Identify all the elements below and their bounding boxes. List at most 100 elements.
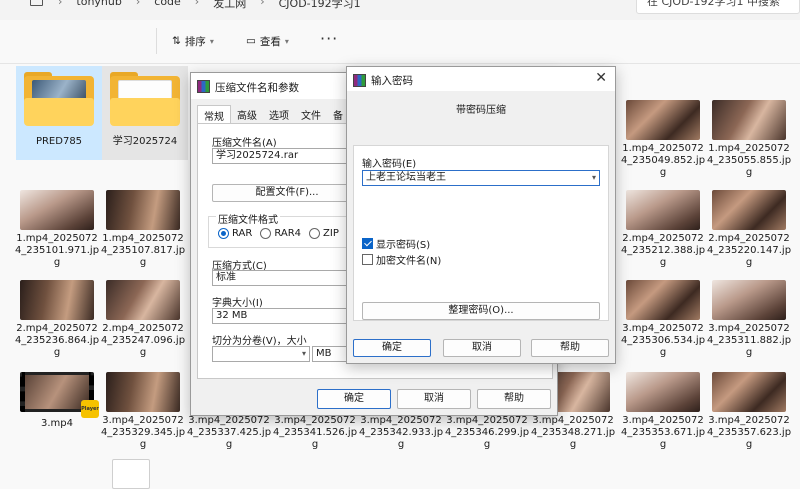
file-item[interactable]: 2.mp4_20250724_235247.096.jpg [100,280,186,359]
password-dialog: 输入密码 ✕ 带密码压缩 输入密码(E) 上老王论坛当老王 ▾ 显示密码(S) … [346,66,616,364]
winrar-icon [197,80,210,93]
archive-name-input[interactable]: 学习2025724.rar [212,148,362,164]
format-radio-group: RAR RAR4 ZIP [218,228,339,239]
view-icon: ▭ [246,35,256,47]
file-name: 3.mp4_20250724_235329.345.jpg [100,415,186,450]
format-zip-radio[interactable]: ZIP [309,228,339,239]
split-label: 切分为分卷(V)，大小 [212,336,307,347]
file-name: 2.mp4_20250724_235220.147.jpg [706,233,792,268]
split-unit-value: MB [316,348,332,359]
chevron-down-icon: ▾ [209,36,214,46]
file-item[interactable]: 3.mp4_20250724_235311.882.jpg [706,280,792,359]
address-bar: › tonyhub › code › 发工网 › CJOD-192学习1 在 C… [0,0,800,20]
image-thumbnail [106,280,180,320]
this-pc-icon[interactable] [30,0,43,6]
file-item[interactable]: 3.mp4_20250724_235353.671.jpg [620,372,706,451]
radio-icon [260,228,272,239]
dict-value: 32 MB [216,310,248,321]
more-options-button[interactable]: ··· [320,29,338,48]
split-size-input[interactable]: ▾ [212,346,310,362]
file-item[interactable]: 1.mp4_20250724_235049.852.jpg [620,100,706,179]
dict-select[interactable]: 32 MB ▾ [212,308,362,324]
folder-item[interactable]: PRED785 [16,66,102,160]
sort-icon: ⇅ [172,35,181,47]
image-thumbnail [106,190,180,230]
image-thumbnail [712,190,786,230]
file-item[interactable]: 3.mp4_20250724_235306.534.jpg [620,280,706,359]
file-name: 3.mp4_20250724_235337.425.jpg [186,415,272,450]
tab-general[interactable]: 常规 [197,105,231,123]
image-thumbnail [712,280,786,320]
file-name: 1.mp4_20250724_235049.852.jpg [620,143,706,178]
password-label: 输入密码(E) [362,159,417,170]
method-value: 标准 [216,272,236,283]
breadcrumb-item[interactable]: tonyhub [76,0,121,9]
file-icon[interactable] [112,459,150,489]
file-item[interactable]: 2.mp4_20250724_235220.147.jpg [706,190,792,269]
profiles-button[interactable]: 配置文件(F)... [212,184,362,202]
file-name: 1.mp4_20250724_235055.855.jpg [706,143,792,178]
method-select[interactable]: 标准 ▾ [212,270,362,286]
breadcrumb: › tonyhub › code › 发工网 › CJOD-192学习1 [58,0,361,10]
image-thumbnail [626,100,700,140]
breadcrumb-item[interactable]: code [154,0,181,9]
file-name: 3.mp4_20250724_235306.534.jpg [620,323,706,358]
breadcrumb-item[interactable]: 发工网 [213,0,246,10]
file-item[interactable]: 3.mp4_20250724_235357.623.jpg [706,372,792,451]
file-item[interactable]: Player 3.mp4 [14,372,100,430]
checkbox-checked-icon [362,238,373,249]
password-help-button[interactable]: 帮助 [531,339,609,357]
image-thumbnail [712,372,786,412]
organize-passwords-button[interactable]: 整理密码(O)... [362,302,600,320]
breadcrumb-item[interactable]: CJOD-192学习1 [279,0,361,10]
dialog-titlebar[interactable]: 输入密码 ✕ [347,67,615,91]
password-cancel-button[interactable]: 取消 [443,339,521,357]
tab-files[interactable]: 文件 [295,105,327,123]
file-name: 3.mp4_20250724_235353.671.jpg [620,415,706,450]
dialog-title: 输入密码 [371,75,413,87]
file-item[interactable]: 2.mp4_20250724_235212.388.jpg [620,190,706,269]
image-thumbnail [20,280,94,320]
file-name: 学习2025724 [112,136,178,147]
radio-selected-icon [218,228,229,239]
format-rar-radio[interactable]: RAR [218,228,252,239]
password-ok-button[interactable]: 确定 [353,339,431,357]
sort-label: 排序 [184,35,206,48]
image-thumbnail [106,372,180,412]
view-button[interactable]: ▭ 查看 ▾ [246,32,289,50]
tab-advanced[interactable]: 高级 [231,105,263,123]
format-rar4-radio[interactable]: RAR4 [260,228,301,239]
tab-options[interactable]: 选项 [263,105,295,123]
file-item[interactable]: 1.mp4_20250724_235101.971.jpg [14,190,100,269]
file-name: 3.mp4_20250724_235341.526.jpg [272,415,358,450]
password-input[interactable]: 上老王论坛当老王 ▾ [362,170,600,186]
password-pane: 输入密码(E) 上老王论坛当老王 ▾ 显示密码(S) 加密文件名(N) 整理密码… [353,145,609,321]
file-name: 3.mp4_20250724_235311.882.jpg [706,323,792,358]
file-item[interactable]: 1.mp4_20250724_235107.817.jpg [100,190,186,269]
archive-cancel-button[interactable]: 取消 [397,389,471,409]
file-item[interactable]: 3.mp4_20250724_235329.345.jpg [100,372,186,451]
sort-button[interactable]: ⇅ 排序 ▾ [172,32,214,50]
archive-name-label: 压缩文件名(A) [212,138,277,149]
file-name: 2.mp4_20250724_235236.864.jpg [14,323,100,358]
radio-icon [309,228,321,239]
file-name: PRED785 [35,136,83,147]
close-icon[interactable]: ✕ [595,70,607,86]
folder-item[interactable]: 学习2025724 [102,66,188,160]
chevron-down-icon: ▾ [301,349,306,358]
encrypt-names-checkbox[interactable]: 加密文件名(N) [362,252,441,267]
password-value: 上老王论坛当老王 [366,172,446,183]
file-item[interactable]: 2.mp4_20250724_235236.864.jpg [14,280,100,359]
chevron-down-icon: ▾ [284,36,289,46]
file-item[interactable]: 1.mp4_20250724_235055.855.jpg [706,100,792,179]
file-name: 3.mp4_20250724_235346.299.jpg [444,415,530,450]
file-name: 3.mp4_20250724_235348.271.jpg [530,415,616,450]
file-name: 3.mp4_20250724_235342.933.jpg [358,415,444,450]
player-badge-icon: Player [81,400,99,418]
search-input[interactable]: 在 CJOD-192学习1 中搜索 [636,0,800,14]
video-thumbnail: Player [20,372,99,418]
file-name: 3.mp4_20250724_235357.623.jpg [706,415,792,450]
show-password-checkbox[interactable]: 显示密码(S) [362,236,430,251]
archive-help-button[interactable]: 帮助 [477,389,551,409]
archive-ok-button[interactable]: 确定 [317,389,391,409]
